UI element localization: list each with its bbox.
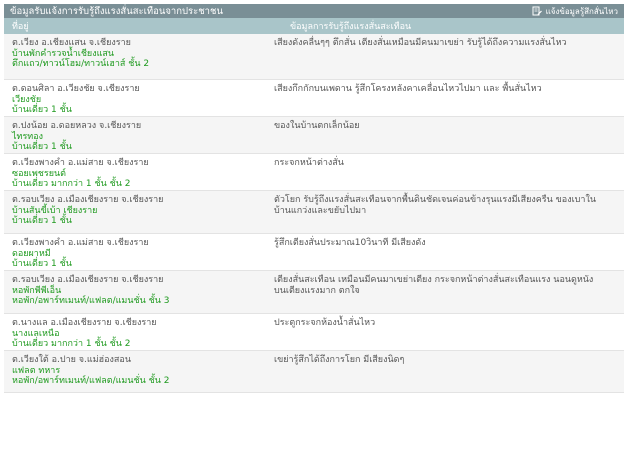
building-type: บ้านเดี่ยว 1 ชั้น [12, 216, 72, 226]
place-name: ไทรทอง [12, 131, 44, 142]
address-cell: ต.เวียง อ.เชียงแสน จ.เชียงราย บ้านพักคำรว… [4, 34, 274, 79]
building-type: บ้านเดี่ยว 1 ชั้น [12, 105, 72, 115]
address-cell: ต.เวียงพางคำ อ.แม่สาย จ.เชียงราย ซอยเพชรย… [4, 154, 274, 190]
building-type: ตึกแถว/ทาวน์โฮม/ทาวน์เฮาส์ ชั้น 2 [12, 59, 150, 69]
location-text: ต.เวียงพางคำ อ.แม่สาย จ.เชียงราย [12, 158, 149, 168]
panel-titlebar: ข้อมูลรับแจ้งการรับรู้ถึงแรงสั่นสะเทือนจ… [4, 4, 624, 18]
report-cell: ประตูกระจกห้องน้ำสั่นไหว [274, 318, 376, 328]
table-row: ต.เวียงใต้ อ.ปาย จ.แม่ฮ่องสอน แฟลต ทหาร หอ… [4, 351, 624, 393]
table-row: ต.รอบเวียง อ.เมืองเชียงราย จ.เชียงราย บ้า… [4, 191, 624, 234]
location-text: ต.เวียงใต้ อ.ปาย จ.แม่ฮ่องสอน [12, 355, 131, 365]
building-type: บ้านเดี่ยว 1 ชั้น [12, 142, 72, 152]
document-edit-icon [532, 6, 542, 16]
table-row: ต.เวียงพางคำ อ.แม่สาย จ.เชียงราย ซอยเพชรย… [4, 154, 624, 191]
building-type: บ้านเดี่ยว 1 ชั้น [12, 259, 72, 269]
location-text: ต.ดอนศิลา อ.เวียงชัย จ.เชียงราย [12, 84, 140, 94]
place-name: บ้านสันขี้เบ้า เชียงราย [12, 205, 98, 216]
place-name: นางแลเหนือ [12, 328, 60, 339]
location-text: ต.เวียงพางคำ อ.แม่สาย จ.เชียงราย [12, 238, 149, 248]
report-cell: เตียงสั่นสะเทือน เหมือนมีคนมาเขย่าเตียง … [274, 275, 594, 296]
report-link-label: แจ้งข้อมูลรู้สึกสั่นไหว [545, 6, 618, 16]
address-cell: ต.นางแล อ.เมืองเชียงราย จ.เชียงราย นางแลเ… [4, 314, 274, 350]
report-link[interactable]: แจ้งข้อมูลรู้สึกสั่นไหว [532, 5, 618, 18]
table-row: ต.เวียงพางคำ อ.แม่สาย จ.เชียงราย ดอยผาหมี… [4, 234, 624, 271]
table-row: ต.ปงน้อย อ.ดอยหลวง จ.เชียงราย ไทรทอง บ้านเ… [4, 117, 624, 154]
building-type: บ้านเดี่ยว มากกว่า 1 ชั้น ชั้น 2 [12, 179, 131, 189]
place-name: ดอยผาหมี [12, 248, 51, 259]
table-body: ต.เวียง อ.เชียงแสน จ.เชียงราย บ้านพักคำรว… [4, 34, 624, 393]
address-cell: ต.ดอนศิลา อ.เวียงชัย จ.เชียงราย เวียงชัยบ… [4, 80, 274, 116]
report-cell: ของในบ้านตกเล็กน้อย [274, 121, 360, 131]
column-header-address: ที่อยู่ [12, 22, 29, 32]
report-cell: ตัวโยก รับรู้ถึงแรงสั่นสะเทือนจากพื้นดิน… [274, 195, 596, 216]
report-panel: ข้อมูลรับแจ้งการรับรู้ถึงแรงสั่นสะเทือนจ… [4, 4, 624, 393]
address-cell: ต.รอบเวียง อ.เมืองเชียงราย จ.เชียงราย บ้า… [4, 191, 274, 233]
place-name: แฟลต ทหาร [12, 365, 61, 376]
report-cell: เสียงดังคลื่นๆๆ ตึกสั่น เตียงสั่นเหมือนม… [274, 38, 567, 48]
place-name: ซอยเพชรยนต์ [12, 168, 67, 179]
location-text: ต.เวียง อ.เชียงแสน จ.เชียงราย [12, 38, 131, 48]
place-name: บ้านพักคำรวจน้ำเชียงแสน [12, 48, 115, 59]
table-row: ต.รอบเวียง อ.เมืองเชียงราย จ.เชียงราย หอพ… [4, 271, 624, 314]
location-text: ต.รอบเวียง อ.เมืองเชียงราย จ.เชียงราย [12, 195, 164, 205]
panel-title: ข้อมูลรับแจ้งการรับรู้ถึงแรงสั่นสะเทือนจ… [10, 5, 223, 17]
address-cell: ต.เวียงพางคำ อ.แม่สาย จ.เชียงราย ดอยผาหมี… [4, 234, 274, 270]
table-row: ต.นางแล อ.เมืองเชียงราย จ.เชียงราย นางแลเ… [4, 314, 624, 351]
building-type: บ้านเดี่ยว มากกว่า 1 ชั้น ชั้น 2 [12, 339, 131, 349]
location-text: ต.นางแล อ.เมืองเชียงราย จ.เชียงราย [12, 318, 157, 328]
address-cell: ต.รอบเวียง อ.เมืองเชียงราย จ.เชียงราย หอพ… [4, 271, 274, 313]
building-type: หอพัก/อพาร์ทเมนท์/แฟลต/แมนชั่น ชั้น 3 [12, 296, 170, 306]
table-row: ต.เวียง อ.เชียงแสน จ.เชียงราย บ้านพักคำรว… [4, 34, 624, 80]
place-name: หอพักพีพีเอ็น [12, 285, 62, 296]
location-text: ต.ปงน้อย อ.ดอยหลวง จ.เชียงราย [12, 121, 142, 131]
table-header: ที่อยู่ ข้อมูลการรับรู้ถึงแรงสั่นสะเทือน [4, 18, 624, 34]
location-text: ต.รอบเวียง อ.เมืองเชียงราย จ.เชียงราย [12, 275, 164, 285]
column-header-report: ข้อมูลการรับรู้ถึงแรงสั่นสะเทือน [290, 22, 412, 32]
building-type: หอพัก/อพาร์ทเมนท์/แฟลต/แมนชั่น ชั้น 2 [12, 376, 170, 386]
report-cell: เสียงกึกกักบนเพดาน รู้สึกโครงหลังคาเคลื่… [274, 84, 542, 94]
report-cell: เขย่ารู้สึกได้ถึงการโยก มีเสียงนิดๆ [274, 355, 405, 365]
report-cell: รู้สึกเตียงสั่นประมาณ10วินาที มีเสียงดัง [274, 238, 426, 248]
report-cell: กระจกหน้าต่างสั่น [274, 158, 344, 168]
address-cell: ต.เวียงใต้ อ.ปาย จ.แม่ฮ่องสอน แฟลต ทหาร หอ… [4, 351, 274, 392]
place-name: เวียงชัย [12, 94, 42, 105]
address-cell: ต.ปงน้อย อ.ดอยหลวง จ.เชียงราย ไทรทอง บ้านเ… [4, 117, 274, 153]
table-row: ต.ดอนศิลา อ.เวียงชัย จ.เชียงราย เวียงชัยบ… [4, 80, 624, 117]
